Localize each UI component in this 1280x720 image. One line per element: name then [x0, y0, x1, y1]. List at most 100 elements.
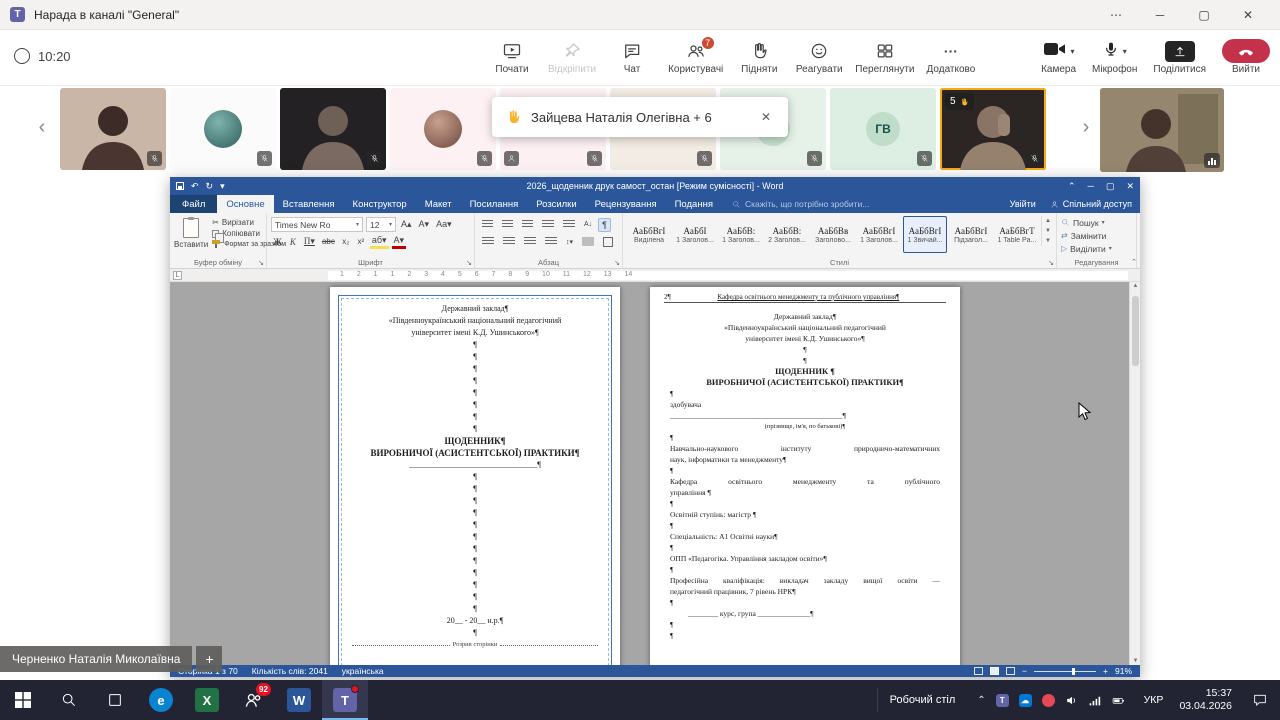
- change-case-button[interactable]: Аа▾: [434, 219, 454, 230]
- close-button[interactable]: ✕: [1226, 0, 1270, 30]
- hidden-icons-chevron[interactable]: ⌃: [977, 695, 985, 706]
- vertical-scrollbar[interactable]: ▲ ▼: [1129, 282, 1140, 665]
- font-size-combo[interactable]: 12▾: [366, 217, 396, 232]
- replace-button[interactable]: ⇄ Замінити: [1061, 229, 1106, 242]
- ribbon-tab[interactable]: Рецензування: [586, 195, 666, 213]
- shrink-font-button[interactable]: А▾: [417, 219, 432, 230]
- zoom-in-button[interactable]: +: [1103, 666, 1108, 676]
- window-more-button[interactable]: ⋯: [1094, 0, 1138, 30]
- find-button[interactable]: Пошук▾: [1061, 216, 1105, 229]
- participant-tile-raised-hand[interactable]: 5: [940, 88, 1046, 170]
- raise-hand-button[interactable]: Підняти: [733, 36, 785, 79]
- style-item[interactable]: АаБбВв Заголово...: [811, 216, 855, 253]
- word-minimize-icon[interactable]: ─: [1088, 181, 1094, 192]
- grow-font-button[interactable]: А▴: [399, 219, 414, 230]
- tab-selector[interactable]: L: [173, 271, 182, 280]
- bold-button[interactable]: Ж: [271, 237, 284, 247]
- bullet-list-button[interactable]: [479, 219, 496, 230]
- ribbon-tab[interactable]: Посилання: [461, 195, 528, 213]
- language-indicator[interactable]: українська: [342, 666, 384, 676]
- tell-me-search[interactable]: Скажіть, що потрібно зробити...: [732, 195, 869, 213]
- action-center-button[interactable]: [1240, 680, 1280, 720]
- ribbon-display-options-icon[interactable]: ⌃: [1068, 181, 1076, 192]
- toast-close-button[interactable]: ✕: [756, 110, 776, 124]
- ribbon-tab[interactable]: Розсилки: [527, 195, 585, 213]
- dialog-launcher-icon[interactable]: ↘: [614, 259, 620, 267]
- line-spacing-button[interactable]: ↕▾: [563, 237, 576, 247]
- dialog-launcher-icon[interactable]: ↘: [1048, 259, 1054, 267]
- underline-button[interactable]: П▾: [302, 236, 317, 247]
- select-button[interactable]: ▷ Виділити▾: [1061, 242, 1112, 255]
- dialog-launcher-icon[interactable]: ↘: [466, 259, 472, 267]
- increase-indent-button[interactable]: [560, 219, 578, 230]
- battery-icon[interactable]: [1111, 694, 1126, 707]
- taskbar-search-button[interactable]: [46, 680, 92, 720]
- camera-button[interactable]: ▾ Камера: [1041, 36, 1076, 79]
- ribbon-tab[interactable]: Макет: [416, 195, 461, 213]
- scroll-up-icon[interactable]: ▲: [1130, 283, 1140, 289]
- document-page-1[interactable]: Державний заклад¶«Південноукраїнський на…: [330, 287, 620, 665]
- scroll-down-icon[interactable]: ▼: [1130, 658, 1140, 664]
- align-center-button[interactable]: [500, 236, 518, 247]
- italic-button[interactable]: К: [287, 237, 299, 247]
- scroll-right-button[interactable]: ›: [1076, 116, 1096, 139]
- style-item[interactable]: АаБбІ 1 Заголов...: [673, 216, 717, 253]
- ribbon-tab[interactable]: Конструктор: [344, 195, 416, 213]
- styles-scroll-up-icon[interactable]: ▲: [1042, 216, 1054, 226]
- zoom-level[interactable]: 91%: [1115, 666, 1132, 676]
- document-area[interactable]: Державний заклад¶«Південноукраїнський на…: [170, 282, 1140, 665]
- unpin-button[interactable]: Відкріпити: [546, 36, 598, 79]
- web-layout-icon[interactable]: [1006, 667, 1015, 675]
- zoom-slider[interactable]: [1034, 671, 1096, 672]
- share-button[interactable]: Поділитися: [1153, 36, 1206, 79]
- taskbar-app-teams[interactable]: T: [322, 680, 368, 720]
- scrollbar-thumb[interactable]: [1132, 296, 1139, 366]
- taskbar-app-people[interactable]: 92: [230, 680, 276, 720]
- participant-tile[interactable]: ГВ: [830, 88, 936, 170]
- participant-tile[interactable]: [280, 88, 386, 170]
- multilevel-list-button[interactable]: [519, 219, 536, 230]
- decrease-indent-button[interactable]: [539, 219, 557, 230]
- style-item[interactable]: АаБбВгІ 1 Заголов...: [857, 216, 901, 253]
- desktop-toolbar-label[interactable]: Робочий стіл: [877, 688, 968, 712]
- more-actions-button[interactable]: ··· Додатково: [925, 36, 978, 79]
- save-icon[interactable]: [176, 182, 184, 190]
- style-item[interactable]: АаБбВгІ 1 Звичай...: [903, 216, 947, 253]
- font-color-button[interactable]: А▾: [392, 235, 407, 249]
- word-count[interactable]: Кількість слів: 2041: [252, 666, 328, 676]
- taskbar-app-word[interactable]: W: [276, 680, 322, 720]
- ribbon-tab[interactable]: Подання: [666, 195, 722, 213]
- quick-access-menu-icon[interactable]: ▾: [220, 181, 225, 192]
- add-tile-button[interactable]: +: [196, 646, 222, 672]
- font-name-combo[interactable]: Times New Ro▾: [271, 217, 363, 232]
- collapse-ribbon-icon[interactable]: ⌃: [1131, 258, 1137, 266]
- word-close-icon[interactable]: ✕: [1126, 181, 1134, 192]
- participant-tile[interactable]: [1100, 88, 1224, 172]
- ribbon-tab[interactable]: Вставлення: [274, 195, 344, 213]
- styles-expand-icon[interactable]: ▼: [1042, 236, 1054, 246]
- align-right-button[interactable]: [521, 236, 539, 247]
- minimize-button[interactable]: ─: [1138, 0, 1182, 30]
- word-maximize-icon[interactable]: ▢: [1106, 181, 1115, 192]
- volume-icon[interactable]: [1065, 694, 1078, 707]
- start-button[interactable]: Почати: [486, 36, 538, 79]
- ribbon-tab[interactable]: Основне: [217, 195, 273, 213]
- maximize-button[interactable]: ▢: [1182, 0, 1226, 30]
- participant-tile[interactable]: [170, 88, 276, 170]
- style-item[interactable]: АаБбВ: 1 Заголов...: [719, 216, 763, 253]
- numbered-list-button[interactable]: [499, 219, 516, 230]
- zoom-out-button[interactable]: −: [1022, 666, 1027, 676]
- tray-teams-icon[interactable]: T: [996, 694, 1009, 707]
- leave-button[interactable]: Вийти: [1222, 36, 1270, 79]
- undo-icon[interactable]: ↶: [191, 181, 199, 192]
- styles-scroll-down-icon[interactable]: ▼: [1042, 226, 1054, 236]
- react-button[interactable]: Реагувати: [793, 36, 845, 79]
- align-left-button[interactable]: [479, 236, 497, 247]
- taskbar-app-excel[interactable]: X: [184, 680, 230, 720]
- participant-tile[interactable]: [60, 88, 166, 170]
- style-item[interactable]: АаБбВгІ Виділена: [627, 216, 671, 253]
- document-page-2[interactable]: 2¶ Кафедра освітнього менеджменту та пуб…: [650, 287, 960, 665]
- paste-button[interactable]: Вставити: [174, 216, 208, 256]
- borders-button[interactable]: [600, 236, 616, 248]
- view-button[interactable]: Переглянути: [853, 36, 916, 79]
